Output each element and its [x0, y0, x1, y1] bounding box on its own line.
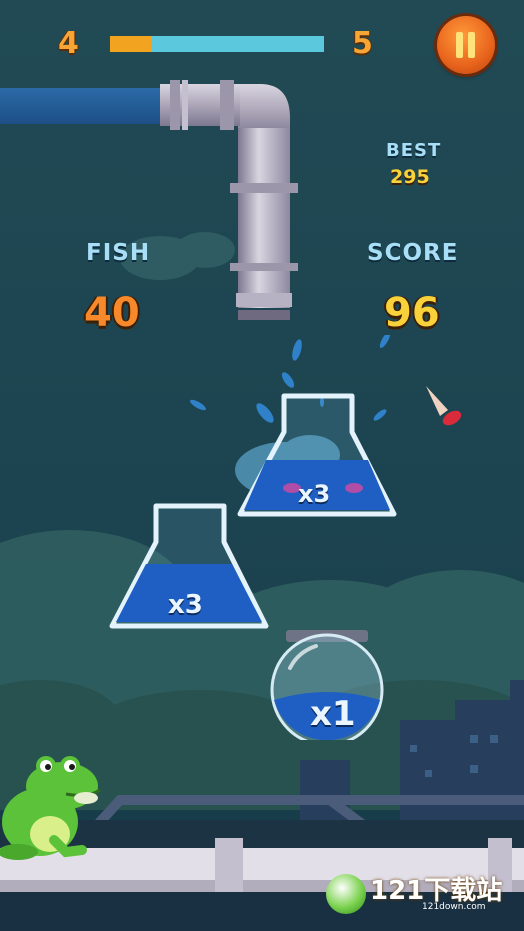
- best-label: BEST: [386, 140, 442, 161]
- level-progress-fill: [110, 36, 151, 52]
- score-value: 96: [384, 290, 440, 336]
- fish-count: 40: [84, 290, 140, 336]
- next-level: 5: [352, 26, 373, 61]
- level-progress-bar: [110, 36, 324, 52]
- watermark-subtext: 121down.com: [422, 902, 486, 912]
- watermark: 121下载站 121down.com: [326, 872, 512, 918]
- water-inlet-pipe: [0, 88, 170, 124]
- fish-label: FISH: [86, 240, 151, 266]
- best-value: 295: [390, 166, 430, 188]
- drain-pipe: [160, 80, 298, 320]
- pause-button[interactable]: [437, 16, 495, 74]
- score-label: SCORE: [367, 240, 459, 266]
- fish-bowl: x1: [268, 628, 386, 747]
- flask-lower-multiplier: x3: [168, 590, 203, 620]
- frog-character: [0, 756, 101, 860]
- flask-upper-multiplier: x3: [298, 480, 331, 508]
- watermark-logo-icon: [326, 874, 366, 914]
- flask-container-lower: x3: [106, 502, 272, 634]
- fish-bowl-multiplier: x1: [310, 694, 356, 734]
- pause-icon-bar: [468, 32, 475, 58]
- pause-icon: [456, 32, 463, 58]
- game-scene: 4 5 BEST 295 FISH 40 SCORE 96 x3 x3 x1 1…: [0, 0, 524, 931]
- current-level: 4: [58, 26, 79, 61]
- falling-fish: [426, 386, 462, 426]
